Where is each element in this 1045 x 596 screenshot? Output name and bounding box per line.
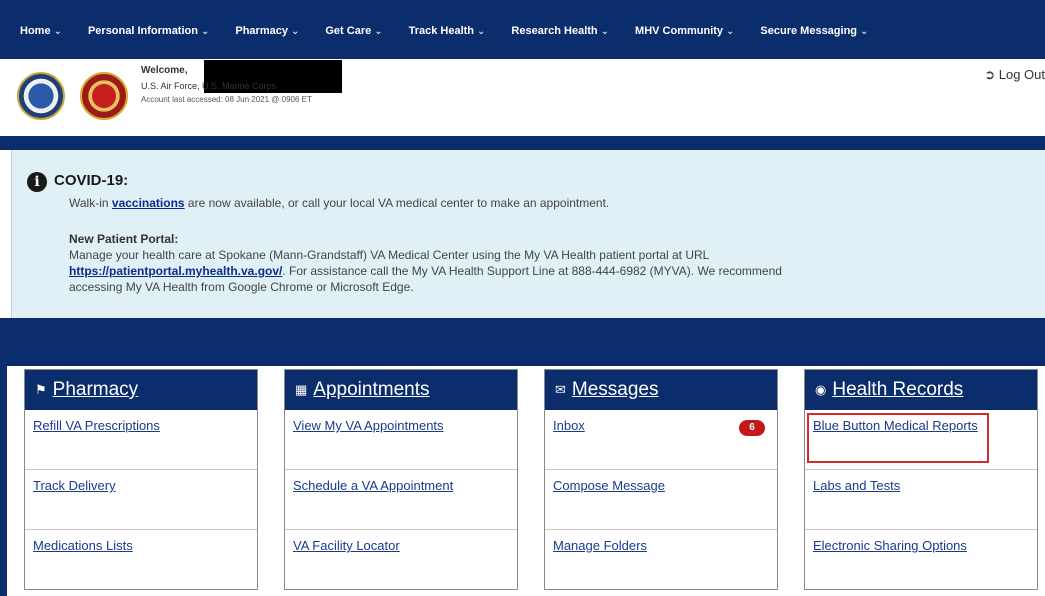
- chevron-down-icon: ⌄: [477, 26, 486, 37]
- patient-portal-link[interactable]: https://patientportal.myhealth.va.gov/: [69, 264, 282, 278]
- appointments-card-header[interactable]: ▦ Appointments: [285, 370, 517, 410]
- alert-title: COVID-19:: [54, 172, 129, 189]
- divider-band: [0, 318, 1045, 366]
- last-accessed: Account last accessed: 08 Jun 2021 @ 090…: [141, 95, 312, 104]
- info-icon: i: [27, 172, 47, 192]
- logout-icon: ➲: [984, 67, 996, 82]
- vaccinations-link[interactable]: vaccinations: [112, 196, 185, 210]
- messages-icon: ✉: [555, 382, 566, 397]
- list-item[interactable]: View My VA Appointments: [285, 410, 517, 470]
- list-item[interactable]: Inbox 6: [545, 410, 777, 470]
- nav-secure-messaging[interactable]: Secure Messaging ⌄: [760, 25, 868, 37]
- health-records-card: ◉ Health Records Blue Button Medical Repo…: [804, 369, 1038, 590]
- chevron-down-icon: ⌄: [290, 26, 300, 37]
- list-item[interactable]: Manage Folders: [545, 530, 777, 590]
- welcome-text: Welcome,: [141, 65, 188, 76]
- list-item[interactable]: Compose Message: [545, 470, 777, 530]
- account-header: Welcome, U.S. Air Force, U.S. Marine Cor…: [0, 60, 1045, 136]
- pharmacy-icon: ⚑: [35, 382, 47, 397]
- top-navigation: Home ⌄ Personal Information ⌄ Pharmacy ⌄ Ge…: [0, 0, 1045, 62]
- pharmacy-card-header[interactable]: ⚑ Pharmacy: [25, 370, 257, 410]
- nav-personal-information[interactable]: Personal Information ⌄: [88, 25, 209, 37]
- new-portal-text: accessing My VA Health from Google Chrom…: [69, 280, 414, 294]
- list-item[interactable]: Schedule a VA Appointment: [285, 470, 517, 530]
- list-item[interactable]: Medications Lists: [25, 530, 257, 590]
- log-out-link[interactable]: ➲ Log Out: [984, 67, 1045, 83]
- nav-pharmacy[interactable]: Pharmacy ⌄: [235, 25, 299, 37]
- nav-home[interactable]: Home ⌄: [20, 25, 62, 37]
- list-item[interactable]: Refill VA Prescriptions: [25, 410, 257, 470]
- divider-band: [0, 136, 1045, 150]
- nav-mhv-community[interactable]: MHV Community ⌄: [635, 25, 734, 37]
- left-edge-bar: [0, 366, 7, 596]
- new-portal-title: New Patient Portal:: [69, 232, 179, 246]
- inbox-count-badge: 6: [739, 420, 765, 436]
- chevron-down-icon: ⌄: [600, 26, 610, 37]
- health-records-card-header[interactable]: ◉ Health Records: [805, 370, 1037, 410]
- calendar-icon: ▦: [295, 382, 308, 397]
- new-portal-text: Manage your health care at Spokane (Mann…: [69, 248, 710, 262]
- service-branch: U.S. Air Force, U.S. Marine Corps: [141, 81, 277, 91]
- highlight-box: [807, 413, 989, 463]
- chevron-down-icon: ⌄: [53, 26, 62, 37]
- list-item[interactable]: Labs and Tests: [805, 470, 1037, 530]
- marine-corps-seal-icon: [80, 72, 128, 120]
- records-icon: ◉: [815, 382, 827, 397]
- nav-get-care[interactable]: Get Care ⌄: [325, 25, 382, 37]
- new-portal-text: https://patientportal.myhealth.va.gov/. …: [69, 264, 782, 278]
- messages-card: ✉ Messages Inbox 6 Compose Message Manage …: [544, 369, 778, 590]
- chevron-down-icon: ⌄: [726, 26, 735, 37]
- alert-message: Walk-in vaccinations are now available, …: [69, 196, 610, 210]
- chevron-down-icon: ⌄: [374, 26, 383, 37]
- chevron-down-icon: ⌄: [200, 26, 210, 37]
- appointments-card: ▦ Appointments View My VA Appointments Sc…: [284, 369, 518, 590]
- messages-card-header[interactable]: ✉ Messages: [545, 370, 777, 410]
- pharmacy-card: ⚑ Pharmacy Refill VA Prescriptions Track …: [24, 369, 258, 590]
- chevron-down-icon: ⌄: [860, 26, 869, 37]
- nav-track-health[interactable]: Track Health ⌄: [409, 25, 486, 37]
- list-item[interactable]: Track Delivery: [25, 470, 257, 530]
- list-item[interactable]: Electronic Sharing Options: [805, 530, 1037, 590]
- list-item[interactable]: VA Facility Locator: [285, 530, 517, 590]
- nav-research-health[interactable]: Research Health ⌄: [511, 25, 609, 37]
- air-force-seal-icon: [17, 72, 65, 120]
